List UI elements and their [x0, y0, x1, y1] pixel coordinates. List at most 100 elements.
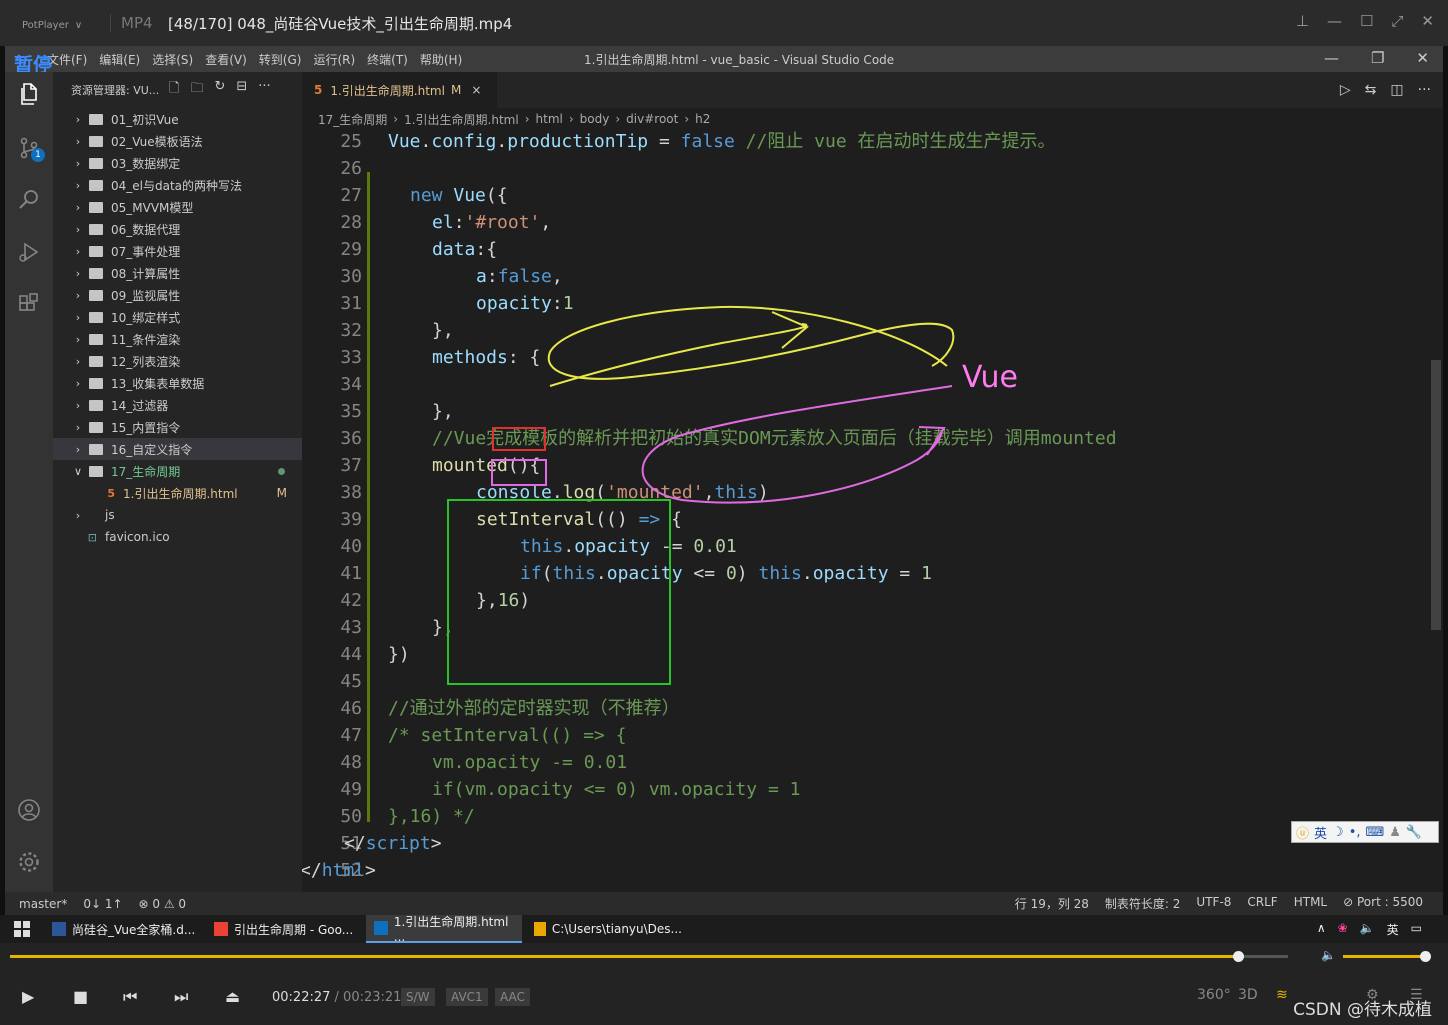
seek-track[interactable]: [10, 951, 1288, 962]
seek-bar[interactable]: 🔈: [0, 943, 1448, 969]
volume-icon[interactable]: 🔈: [1321, 948, 1336, 962]
taskbar-ime[interactable]: 英: [1387, 921, 1399, 938]
player-menu-button[interactable]: PotPlayer ∨: [0, 14, 110, 32]
taskbar-item[interactable]: C:\Users\tianyu\Des...: [526, 915, 682, 943]
menu-item[interactable]: 运行(R): [313, 51, 355, 68]
taskbar-item[interactable]: 引出生命周期 - Goo...: [206, 915, 362, 943]
status-item[interactable]: HTML: [1294, 895, 1327, 912]
wrench-icon[interactable]: 🔧: [1406, 825, 1422, 840]
status-item[interactable]: ⊘ Port : 5500: [1343, 895, 1423, 912]
tree-folder[interactable]: › 13_收集表单数据: [53, 372, 302, 394]
status-item[interactable]: CRLF: [1247, 895, 1277, 912]
tree-folder[interactable]: › 10_绑定样式: [53, 306, 302, 328]
run-icon[interactable]: ▷: [1340, 82, 1351, 98]
equalizer-icon[interactable]: ≋: [1276, 987, 1288, 1003]
tab-active-file[interactable]: 5 1.引出生命周期.html M ×: [302, 72, 497, 108]
split-editor-icon[interactable]: ◫: [1390, 82, 1403, 98]
minimize-icon[interactable]: —: [1327, 12, 1342, 30]
tree-folder[interactable]: › 06_数据代理: [53, 218, 302, 240]
menu-item[interactable]: 帮助(H): [420, 51, 462, 68]
tree-folder[interactable]: › js: [53, 504, 302, 526]
punct-icon[interactable]: •,: [1349, 825, 1361, 840]
breadcrumb-item[interactable]: h2: [695, 112, 710, 126]
explorer-icon[interactable]: [17, 82, 41, 106]
restore-icon[interactable]: ❐: [1371, 49, 1384, 67]
tree-folder[interactable]: › 03_数据绑定: [53, 152, 302, 174]
refresh-icon[interactable]: ↻: [214, 79, 225, 101]
tree-folder[interactable]: › 07_事件处理: [53, 240, 302, 262]
account-icon[interactable]: [17, 798, 41, 822]
tree-folder[interactable]: › 15_内置指令: [53, 416, 302, 438]
sync-status[interactable]: 0↓ 1↑: [83, 897, 122, 911]
more-actions-icon[interactable]: ···: [1418, 82, 1431, 98]
volume-knob[interactable]: [1420, 951, 1431, 962]
breadcrumb-item[interactable]: body: [580, 112, 610, 126]
problems-status[interactable]: ⊗ 0 ⚠ 0: [139, 897, 187, 911]
compare-icon[interactable]: ⇆: [1365, 82, 1377, 98]
search-icon[interactable]: [17, 188, 41, 212]
tree-folder[interactable]: › 12_列表渲染: [53, 350, 302, 372]
ime-toolbar[interactable]: ⓤ 英 ☽ •, ⌨ ♟ 🔧: [1291, 821, 1439, 843]
menu-item[interactable]: 转到(G): [259, 51, 302, 68]
git-branch-status[interactable]: master*: [19, 897, 67, 911]
settings-gear-icon[interactable]: [17, 850, 41, 874]
stop-icon[interactable]: ■: [73, 987, 88, 1006]
menu-item[interactable]: 文件(F): [47, 51, 87, 68]
more-actions-icon[interactable]: ···: [258, 79, 270, 101]
next-icon[interactable]: ⏭: [174, 987, 188, 1007]
tree-file[interactable]: ⊡ favicon.ico: [53, 526, 302, 548]
fullscreen-icon[interactable]: ⤢: [1391, 12, 1403, 30]
editor-scrollbar[interactable]: [1429, 130, 1443, 892]
status-item[interactable]: 行 19，列 28: [1015, 895, 1089, 912]
start-button[interactable]: [6, 915, 30, 943]
chip-codec[interactable]: AVC1: [446, 988, 488, 1006]
tree-folder[interactable]: › 05_MVVM模型: [53, 196, 302, 218]
chip-sw[interactable]: S/W: [401, 988, 435, 1006]
previous-icon[interactable]: ⏮: [123, 987, 137, 1007]
moon-icon[interactable]: ☽: [1332, 825, 1344, 840]
eject-icon[interactable]: ⏏: [225, 987, 240, 1006]
tree-folder[interactable]: › 16_自定义指令: [53, 438, 302, 460]
tray-app-icon[interactable]: ❀: [1338, 921, 1348, 938]
volume-slider[interactable]: [1343, 951, 1431, 962]
breadcrumb-item[interactable]: html: [536, 112, 563, 126]
ime-mode[interactable]: 英: [1314, 823, 1327, 842]
volume-icon[interactable]: 🔈: [1360, 921, 1375, 938]
tree-folder[interactable]: › 14_过滤器: [53, 394, 302, 416]
chip-audio[interactable]: AAC: [495, 988, 530, 1006]
collapse-all-icon[interactable]: ⊟: [236, 79, 247, 101]
new-file-icon[interactable]: 🗋: [169, 79, 179, 101]
menu-item[interactable]: 查看(V): [205, 51, 247, 68]
code-editor[interactable]: 52 </html> 51 </script> 50},16) */ 49 if(vm.op…: [302, 130, 1429, 892]
keyboard-icon[interactable]: ⌨: [1366, 825, 1385, 840]
new-folder-icon[interactable]: 🗀: [190, 79, 203, 101]
tree-folder[interactable]: › 09_监视属性: [53, 284, 302, 306]
notification-icon[interactable]: ▭: [1411, 921, 1422, 938]
scrollbar-thumb[interactable]: [1431, 360, 1441, 630]
breadcrumb-item[interactable]: 17_生命周期: [318, 111, 387, 128]
menu-item[interactable]: 终端(T): [367, 51, 408, 68]
minimize-icon[interactable]: —: [1324, 49, 1339, 67]
run-debug-icon[interactable]: [17, 240, 41, 264]
chevron-up-icon[interactable]: ∧: [1317, 921, 1326, 938]
tree-file[interactable]: 5 1.引出生命周期.html M: [53, 482, 302, 504]
menu-item[interactable]: 选择(S): [152, 51, 193, 68]
taskbar-item[interactable]: 尚硅谷_Vue全家桶.d...: [44, 915, 204, 943]
status-item[interactable]: 制表符长度: 2: [1105, 895, 1181, 912]
status-item[interactable]: UTF-8: [1196, 895, 1231, 912]
maximize-icon[interactable]: ☐: [1360, 12, 1373, 30]
tree-folder[interactable]: ∨ 17_生命周期: [53, 460, 302, 482]
tree-folder[interactable]: › 04_el与data的两种写法: [53, 174, 302, 196]
taskbar-item[interactable]: 1.引出生命周期.html ...: [366, 915, 522, 944]
pin-icon[interactable]: ⊥: [1296, 12, 1309, 30]
user-icon[interactable]: ♟: [1389, 825, 1401, 840]
breadcrumb-item[interactable]: div#root: [626, 112, 678, 126]
close-icon[interactable]: ✕: [1416, 49, 1429, 67]
tab-close-button[interactable]: ×: [471, 83, 481, 97]
menu-item[interactable]: 编辑(E): [99, 51, 140, 68]
3d-button[interactable]: 3D: [1238, 987, 1258, 1003]
seek-knob[interactable]: [1233, 951, 1245, 962]
breadcrumb-item[interactable]: 1.引出生命周期.html: [404, 111, 519, 128]
tree-folder[interactable]: › 01_初识Vue: [53, 108, 302, 130]
tree-folder[interactable]: › 02_Vue模板语法: [53, 130, 302, 152]
